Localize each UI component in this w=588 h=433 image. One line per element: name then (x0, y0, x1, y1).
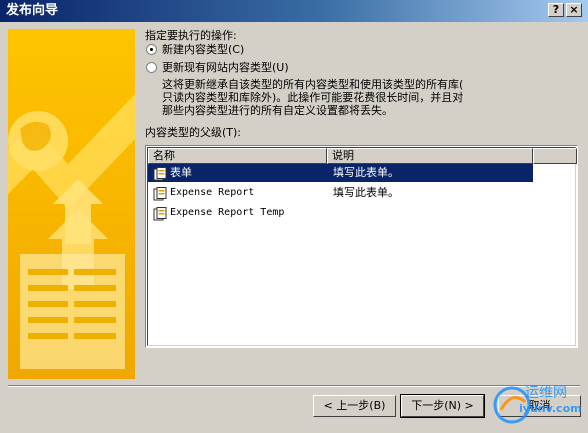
item-name: 表单 (170, 166, 192, 179)
parent-type-label: 内容类型的父级(T): (145, 126, 242, 139)
watermark-cn: 运维网 (525, 385, 567, 401)
window-title: 发布向导 (6, 3, 59, 18)
column-header-filler (533, 148, 577, 164)
item-name: Expense Report Temp (170, 207, 285, 218)
form-icon (153, 187, 167, 201)
update-description-line-3: 那些内容类型进行的所有自定义设置都将丢失。 (162, 104, 393, 117)
form-icon (153, 167, 167, 181)
update-type-label[interactable]: 更新现有网站内容类型(U) (162, 61, 289, 74)
help-icon: ? (552, 3, 560, 16)
list-item[interactable]: 表单 填写此表单。 (148, 164, 533, 182)
parent-type-list[interactable]: 名称 说明 表单 填写此表单。 Expense Report 填写此表单。 Ex… (145, 145, 578, 348)
wizard-art-graphic (8, 29, 135, 379)
back-button[interactable]: < 上一步(B) (313, 395, 396, 417)
title-bar[interactable]: 发布向导 ? × (0, 0, 588, 22)
wizard-banner-art (8, 29, 135, 379)
update-description-line-1: 这将更新继承自该类型的所有内容类型和使用该类型的所有库( (162, 78, 464, 91)
close-icon: × (569, 3, 579, 16)
item-description: 填写此表单。 (333, 186, 399, 199)
help-button[interactable]: ? (548, 3, 564, 17)
update-description-line-2: 只读内容类型和库除外)。此操作可能要花费很长时间，并且对 (162, 91, 464, 104)
new-type-label[interactable]: 新建内容类型(C) (162, 43, 244, 56)
column-header-name[interactable]: 名称 (148, 148, 327, 164)
operation-prompt: 指定要执行的操作: (145, 29, 237, 42)
column-header-description[interactable]: 说明 (327, 148, 533, 164)
watermark: 运维网 iyunv.com (487, 380, 588, 429)
list-item[interactable]: Expense Report 填写此表单。 (148, 184, 533, 202)
new-type-radio[interactable] (146, 44, 157, 55)
list-body: 名称 说明 表单 填写此表单。 Expense Report 填写此表单。 Ex… (147, 147, 577, 346)
publish-wizard-window: 发布向导 ? × 指定要执行的操作: 新建内容类型(C) 更新现有网站内容类型(… (0, 0, 588, 429)
list-item[interactable]: Expense Report Temp (148, 204, 533, 222)
form-icon (153, 207, 167, 221)
next-button[interactable]: 下一步(N) > (400, 394, 485, 418)
item-description: 填写此表单。 (333, 166, 399, 179)
watermark-url: iyunv.com (519, 402, 582, 415)
update-type-radio[interactable] (146, 62, 157, 73)
close-button[interactable]: × (566, 3, 582, 17)
item-name: Expense Report (170, 187, 255, 198)
